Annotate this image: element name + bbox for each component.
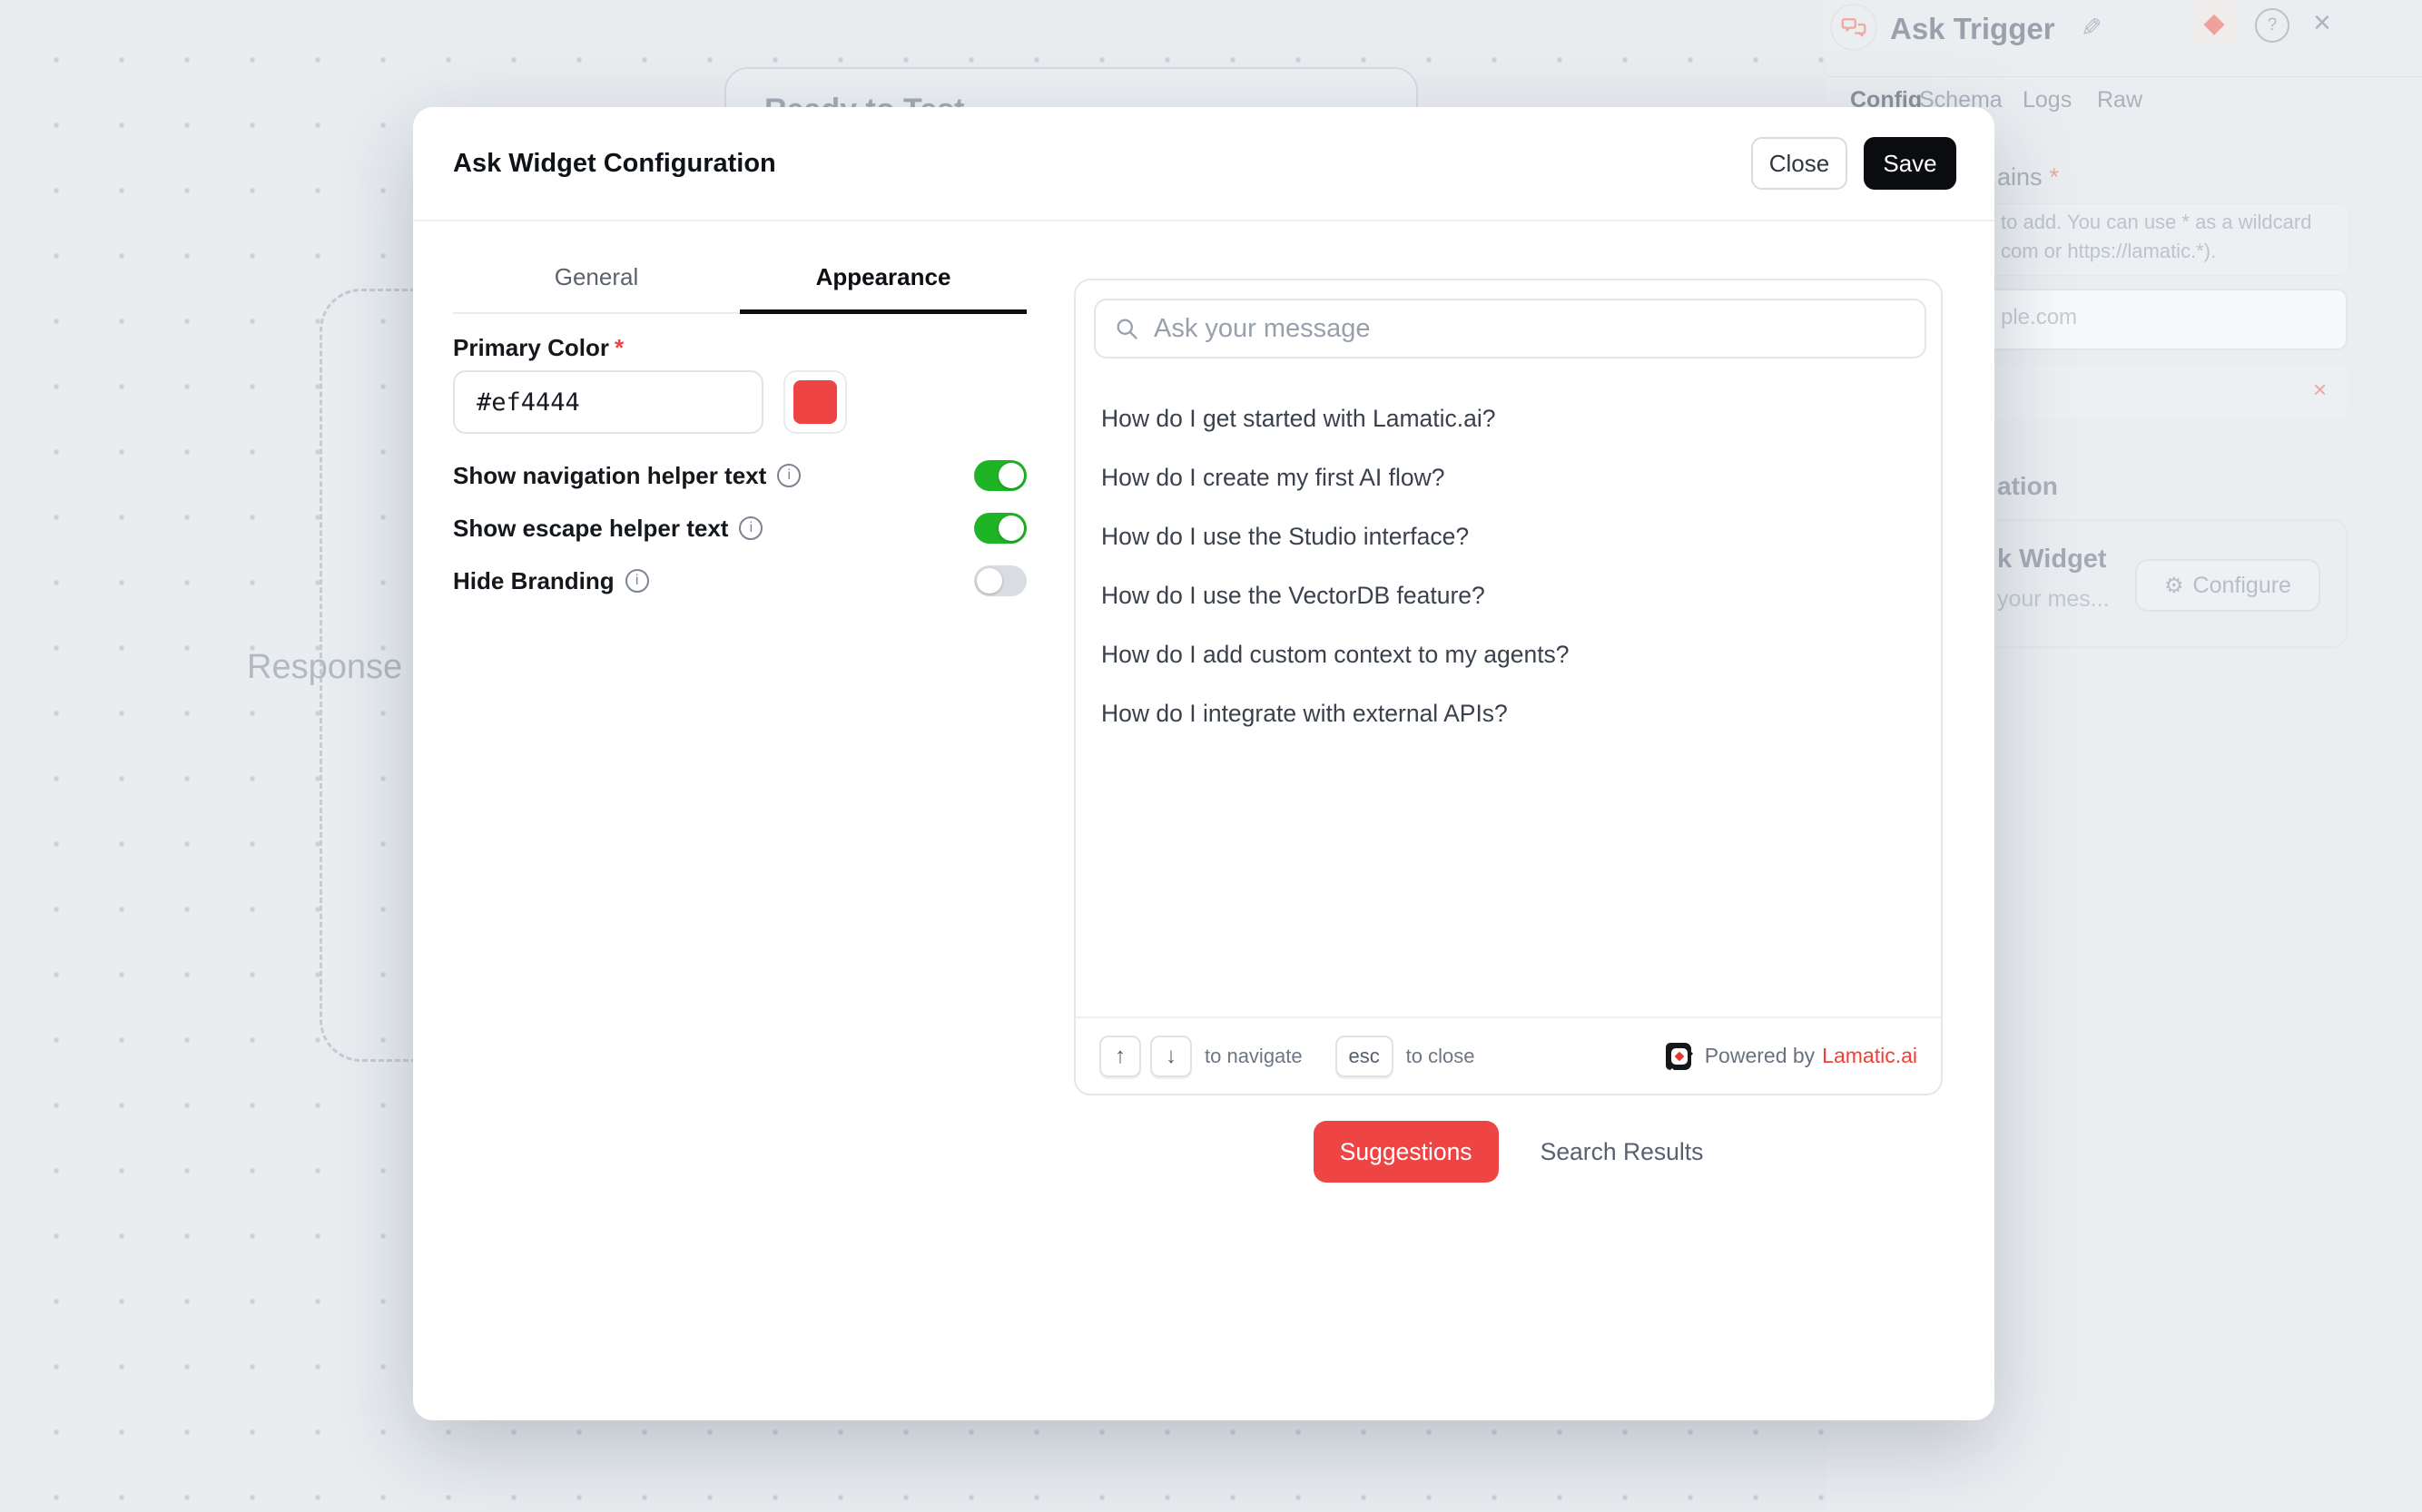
ask-search-box[interactable] — [1094, 299, 1926, 358]
save-button[interactable]: Save — [1864, 137, 1956, 190]
toggle-label: Show escape helper text — [453, 515, 728, 543]
lamatic-brand-link[interactable]: Lamatic.ai — [1822, 1044, 1917, 1068]
suggestion-item[interactable]: How do I use the Studio interface? — [1076, 507, 1941, 566]
ask-widget-card-subtitle-fragment: your mes... — [1997, 586, 2110, 613]
modal-header: Ask Widget Configuration Close Save — [413, 107, 1994, 221]
esc-key[interactable]: esc — [1335, 1036, 1393, 1077]
primary-color-input[interactable] — [453, 370, 763, 434]
navigate-hint: to navigate — [1205, 1045, 1303, 1068]
chat-bubbles-icon — [1841, 15, 1866, 40]
lamatic-logo-icon — [1665, 1042, 1694, 1071]
ask-widget-configuration-modal: Ask Widget Configuration Close Save Gene… — [413, 107, 1994, 1420]
help-icon[interactable] — [2255, 8, 2289, 43]
suggestion-item[interactable]: How do I get started with Lamatic.ai? — [1076, 389, 1941, 448]
primary-color-label: Primary Color* — [453, 334, 624, 362]
color-picker-button[interactable] — [783, 370, 847, 434]
suggestion-item[interactable]: How do I create my first AI flow? — [1076, 448, 1941, 507]
remove-domain-icon[interactable] — [2313, 376, 2327, 404]
escape-helper-toggle[interactable] — [974, 513, 1027, 544]
info-icon[interactable] — [739, 516, 763, 540]
modal-tabs: General Appearance — [453, 256, 1027, 314]
preview-footer: to navigate esc to close Powered by Lama… — [1076, 1016, 1941, 1094]
toggle-knob — [999, 463, 1024, 488]
toggle-knob — [977, 568, 1002, 594]
allowed-domains-label-fragment: ains* — [1997, 163, 2059, 191]
configure-button[interactable]: Configure — [2135, 559, 2320, 612]
domain-chip-row — [1952, 365, 2348, 419]
domains-help-text-line2: com or https://lamatic.*). — [2001, 240, 2216, 263]
toggle-row-navigation-helper: Show navigation helper text — [453, 457, 1027, 494]
modal-title: Ask Widget Configuration — [453, 149, 776, 179]
gear-icon — [2164, 573, 2184, 599]
required-asterisk: * — [2050, 163, 2060, 191]
widget-preview: How do I get started with Lamatic.ai? Ho… — [1074, 279, 1943, 1095]
suggestions-tab-button[interactable]: Suggestions — [1314, 1121, 1499, 1183]
search-results-tab[interactable]: Search Results — [1541, 1138, 1704, 1166]
required-asterisk: * — [615, 334, 624, 361]
configure-button-label: Configure — [2193, 573, 2291, 599]
preview-mode-tabs: Suggestions Search Results — [1074, 1121, 1943, 1183]
domains-help-text-line1: to add. You can use * as a wildcard — [2001, 211, 2311, 234]
arrow-up-key[interactable] — [1099, 1036, 1141, 1077]
sidebar-title: Ask Trigger — [1890, 12, 2055, 46]
edit-title-icon[interactable] — [2081, 13, 2102, 43]
tab-appearance[interactable]: Appearance — [740, 256, 1027, 312]
toggle-row-hide-branding: Hide Branding — [453, 563, 1027, 599]
suggestion-item[interactable]: How do I use the VectorDB feature? — [1076, 566, 1941, 625]
sidebar-divider — [1826, 76, 2422, 77]
search-icon — [1114, 316, 1139, 341]
color-swatch — [793, 380, 837, 424]
suggestion-item[interactable]: How do I integrate with external APIs? — [1076, 684, 1941, 743]
response-node-label: Response — [247, 648, 402, 687]
toggle-label: Hide Branding — [453, 567, 615, 595]
sidebar-tab-logs[interactable]: Logs — [2023, 87, 2072, 113]
flow-editor-screen: Ready to Test Response Ask Trigger Confi… — [0, 0, 2422, 1512]
suggestion-list: How do I get started with Lamatic.ai? Ho… — [1076, 389, 1941, 743]
hide-branding-toggle[interactable] — [974, 565, 1027, 596]
powered-by-label: Powered by — [1705, 1044, 1815, 1068]
close-button[interactable]: Close — [1751, 137, 1847, 190]
customization-section-fragment: ation — [1997, 472, 2058, 501]
sidebar-close-icon[interactable] — [2313, 5, 2331, 41]
ask-message-input[interactable] — [1152, 313, 1906, 345]
domain-input-placeholder-fragment: ple.com — [2001, 305, 2077, 330]
suggestion-item[interactable]: How do I add custom context to my agents… — [1076, 625, 1941, 684]
arrow-down-key[interactable] — [1150, 1036, 1192, 1077]
toggle-knob — [999, 515, 1024, 541]
toggle-row-escape-helper: Show escape helper text — [453, 510, 1027, 546]
info-icon[interactable] — [777, 464, 801, 487]
navigation-helper-toggle[interactable] — [974, 460, 1027, 491]
close-hint: to close — [1406, 1045, 1475, 1068]
ask-widget-card-title-fragment: k Widget — [1997, 545, 2107, 574]
node-color-badge — [2191, 0, 2237, 45]
ask-trigger-avatar — [1830, 4, 1877, 51]
sidebar-tab-raw[interactable]: Raw — [2097, 87, 2142, 113]
info-icon[interactable] — [625, 569, 649, 593]
toggle-label: Show navigation helper text — [453, 462, 766, 490]
tab-general[interactable]: General — [453, 256, 740, 312]
